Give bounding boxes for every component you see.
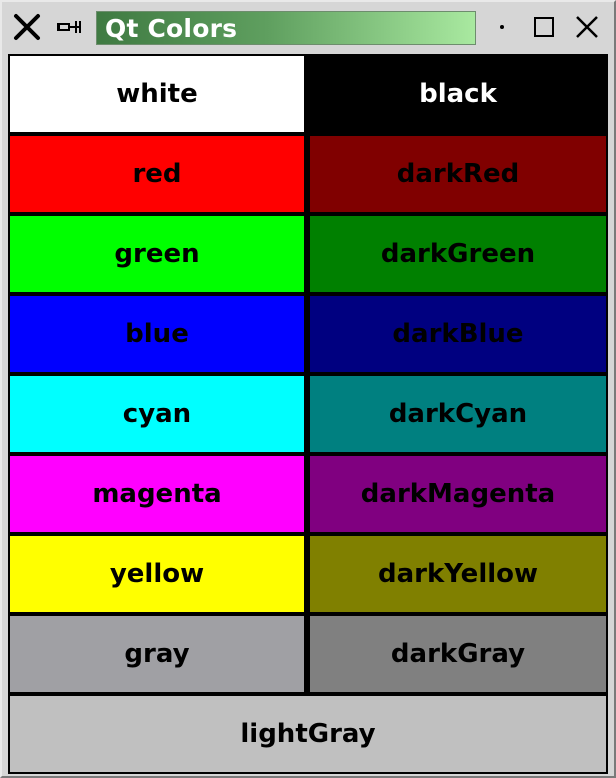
color-grid: white black red darkRed green darkGreen blue da… xyxy=(8,54,608,774)
close-icon[interactable] xyxy=(570,10,604,44)
color-cell-green: green xyxy=(8,214,306,294)
maximize-icon[interactable] xyxy=(528,10,560,44)
color-cell-darkBlue: darkBlue xyxy=(308,294,608,374)
shade-dot-icon[interactable] xyxy=(490,10,514,44)
qt-colors-window: Qt Colors white black red darkRed green darkG… xyxy=(0,0,616,778)
color-cell-yellow: yellow xyxy=(8,534,306,614)
color-label: darkBlue xyxy=(392,319,524,349)
window-title: Qt Colors xyxy=(105,13,238,43)
color-cell-magenta: magenta xyxy=(8,454,306,534)
color-cell-darkRed: darkRed xyxy=(308,134,608,214)
close-x-icon[interactable] xyxy=(10,10,44,44)
color-label: darkCyan xyxy=(388,399,528,429)
color-label: red xyxy=(132,159,182,189)
color-label: yellow xyxy=(109,559,205,589)
color-label: darkYellow xyxy=(377,559,539,589)
color-label: darkMagenta xyxy=(360,479,556,509)
window-title-bar-field[interactable]: Qt Colors xyxy=(96,11,476,45)
color-label: magenta xyxy=(92,479,222,509)
color-label: darkGray xyxy=(390,639,526,669)
color-cell-darkYellow: darkYellow xyxy=(308,534,608,614)
color-label: blue xyxy=(125,319,189,349)
color-label: black xyxy=(419,79,497,109)
color-label: darkGreen xyxy=(380,239,536,269)
color-cell-black: black xyxy=(308,54,608,134)
color-cell-red: red xyxy=(8,134,306,214)
title-bar[interactable]: Qt Colors xyxy=(2,2,614,52)
color-cell-cyan: cyan xyxy=(8,374,306,454)
pin-icon[interactable] xyxy=(54,10,86,44)
color-label: darkRed xyxy=(396,159,520,189)
color-label: green xyxy=(114,239,200,269)
color-label: white xyxy=(116,79,198,109)
color-label: cyan xyxy=(122,399,192,429)
color-cell-lightGray: lightGray xyxy=(8,694,608,774)
color-cell-gray: gray xyxy=(8,614,306,694)
color-cell-blue: blue xyxy=(8,294,306,374)
color-cell-darkMagenta: darkMagenta xyxy=(308,454,608,534)
color-cell-darkCyan: darkCyan xyxy=(308,374,608,454)
color-cell-darkGreen: darkGreen xyxy=(308,214,608,294)
color-cell-darkGray: darkGray xyxy=(308,614,608,694)
color-label: gray xyxy=(124,639,190,669)
color-cell-white: white xyxy=(8,54,306,134)
color-label: lightGray xyxy=(240,719,376,749)
